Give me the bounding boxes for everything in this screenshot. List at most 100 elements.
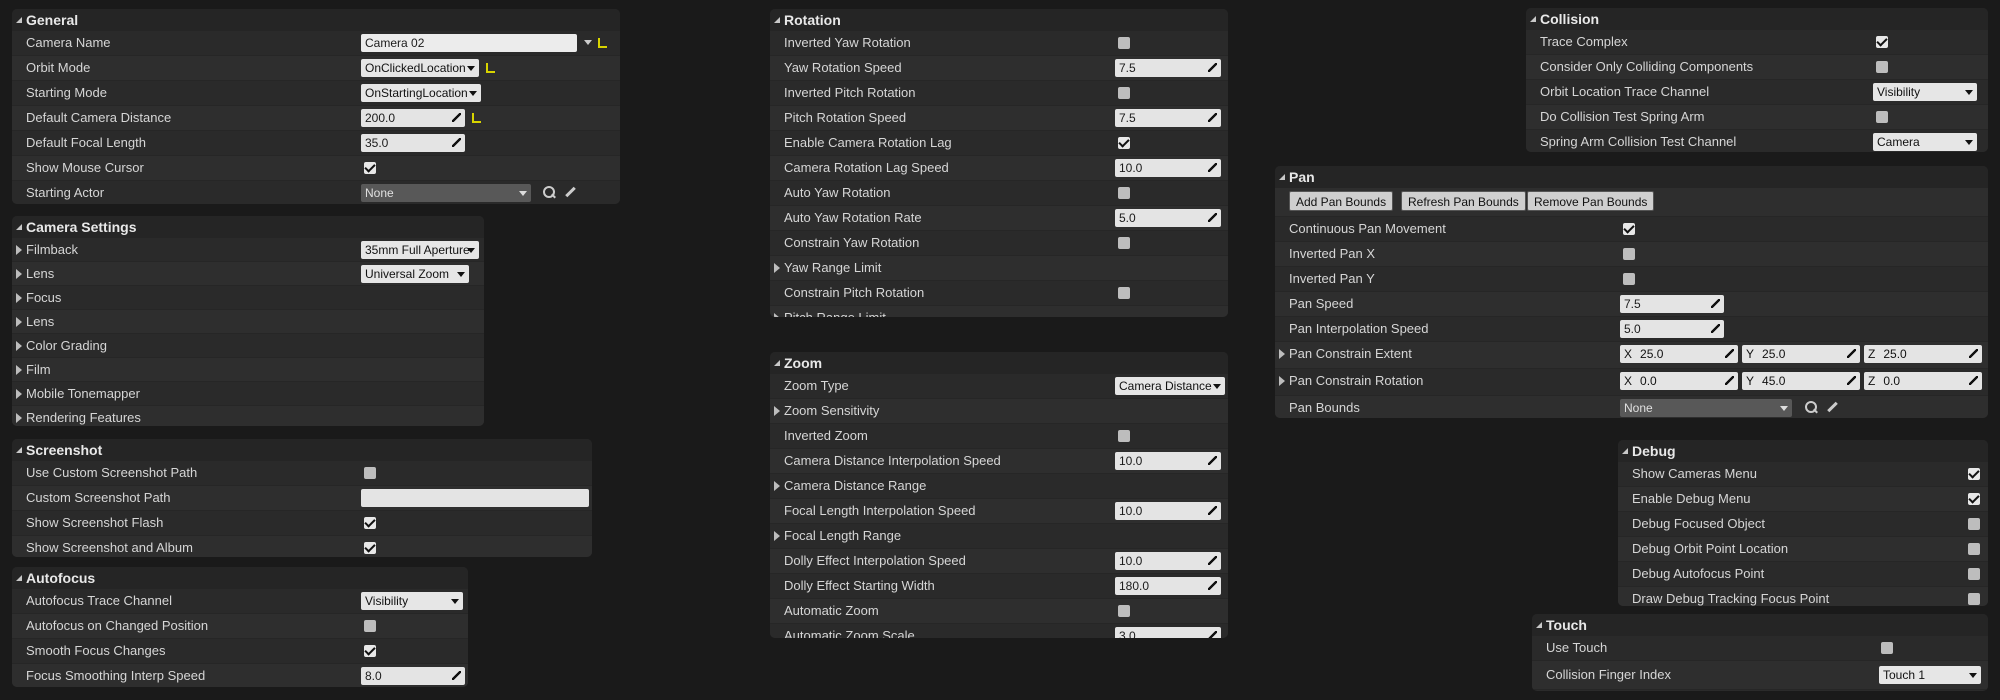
- show-mouse-cursor-checkbox[interactable]: [364, 162, 376, 174]
- rotation-lag-checkbox[interactable]: [1118, 137, 1130, 149]
- eyedropper-icon[interactable]: [565, 186, 576, 198]
- constrain-pitch-checkbox[interactable]: [1118, 287, 1130, 299]
- extent-x-input[interactable]: X 25.0: [1620, 345, 1738, 363]
- default-focal-length-input[interactable]: 35.0: [361, 134, 465, 152]
- rotation-z-input[interactable]: Z 0.0: [1864, 372, 1982, 390]
- collapse-arrow-icon[interactable]: [16, 224, 22, 230]
- camera-name-input[interactable]: Camera 02: [361, 34, 577, 52]
- dolly-width-input[interactable]: 180.0: [1115, 577, 1221, 595]
- rotation-header[interactable]: Rotation: [770, 9, 1228, 31]
- zoom-type-dropdown[interactable]: Camera Distance: [1115, 377, 1225, 395]
- pitch-speed-input[interactable]: 7.5: [1115, 109, 1221, 127]
- touch-header[interactable]: Touch: [1532, 614, 1988, 636]
- trace-channel-dropdown[interactable]: Visibility: [361, 592, 463, 610]
- expand-arrow-icon[interactable]: [1279, 376, 1285, 386]
- enable-debug-menu-checkbox[interactable]: [1968, 493, 1980, 505]
- autofocus-changed-position-checkbox[interactable]: [364, 620, 376, 632]
- inverted-zoom-checkbox[interactable]: [1118, 430, 1130, 442]
- collapse-arrow-icon[interactable]: [16, 447, 22, 453]
- orbit-trace-channel-dropdown[interactable]: Visibility: [1873, 83, 1977, 101]
- tracking-focus-checkbox[interactable]: [1968, 593, 1980, 605]
- remove-pan-bounds-button[interactable]: Remove Pan Bounds: [1527, 191, 1655, 211]
- inverted-pan-x-checkbox[interactable]: [1623, 248, 1635, 260]
- spring-arm-channel-dropdown[interactable]: Camera: [1873, 133, 1977, 151]
- collapse-arrow-icon[interactable]: [1530, 16, 1536, 22]
- expand-arrow-icon[interactable]: [774, 531, 780, 541]
- use-custom-path-checkbox[interactable]: [364, 467, 376, 479]
- eyedropper-icon[interactable]: [1827, 401, 1838, 413]
- pan-speed-input[interactable]: 7.5: [1620, 295, 1724, 313]
- starting-actor-dropdown[interactable]: None: [361, 184, 531, 202]
- add-pan-bounds-button[interactable]: Add Pan Bounds: [1289, 191, 1394, 211]
- screenshot-header[interactable]: Screenshot: [12, 439, 592, 461]
- automatic-zoom-checkbox[interactable]: [1118, 605, 1130, 617]
- search-icon[interactable]: [1805, 401, 1817, 413]
- expand-arrow-icon[interactable]: [16, 293, 22, 303]
- zoom-header[interactable]: Zoom: [770, 352, 1228, 374]
- filmback-dropdown[interactable]: 35mm Full Aperture: [361, 241, 479, 259]
- expand-arrow-icon[interactable]: [774, 263, 780, 273]
- search-icon[interactable]: [543, 186, 555, 198]
- collision-header[interactable]: Collision: [1526, 8, 1988, 30]
- general-header[interactable]: General: [12, 9, 620, 31]
- use-touch-checkbox[interactable]: [1881, 642, 1893, 654]
- auto-yaw-checkbox[interactable]: [1118, 187, 1130, 199]
- expand-arrow-icon[interactable]: [774, 481, 780, 491]
- expand-arrow-icon[interactable]: [16, 413, 22, 423]
- inverted-pitch-checkbox[interactable]: [1118, 87, 1130, 99]
- show-flash-checkbox[interactable]: [364, 517, 376, 529]
- expand-arrow-icon[interactable]: [16, 245, 22, 255]
- expand-arrow-icon[interactable]: [16, 341, 22, 351]
- expand-arrow-icon[interactable]: [16, 317, 22, 327]
- expand-arrow-icon[interactable]: [16, 365, 22, 375]
- pan-interp-input[interactable]: 5.0: [1620, 320, 1724, 338]
- pan-header[interactable]: Pan: [1275, 166, 1988, 188]
- orbit-point-checkbox[interactable]: [1968, 543, 1980, 555]
- show-cameras-menu-checkbox[interactable]: [1968, 468, 1980, 480]
- rotation-x-input[interactable]: X 0.0: [1620, 372, 1738, 390]
- autofocus-point-checkbox[interactable]: [1968, 568, 1980, 580]
- inverted-yaw-checkbox[interactable]: [1118, 37, 1130, 49]
- dolly-interp-input[interactable]: 10.0: [1115, 552, 1221, 570]
- default-camera-distance-input[interactable]: 200.0: [361, 109, 465, 127]
- inverted-pan-y-checkbox[interactable]: [1623, 273, 1635, 285]
- yaw-speed-input[interactable]: 7.5: [1115, 59, 1221, 77]
- smooth-focus-checkbox[interactable]: [364, 645, 376, 657]
- focused-object-checkbox[interactable]: [1968, 518, 1980, 530]
- collapse-arrow-icon[interactable]: [16, 575, 22, 581]
- only-colliding-checkbox[interactable]: [1876, 61, 1888, 73]
- collapse-arrow-icon[interactable]: [774, 17, 780, 23]
- show-album-checkbox[interactable]: [364, 542, 376, 554]
- orbit-mode-dropdown[interactable]: OnClickedLocation: [361, 59, 479, 77]
- finger-index-dropdown[interactable]: Touch 1: [1879, 666, 1981, 684]
- collapse-arrow-icon[interactable]: [1622, 448, 1628, 454]
- trace-complex-checbox[interactable]: [1876, 36, 1888, 48]
- continuous-pan-checkbox[interactable]: [1623, 223, 1635, 235]
- camera-settings-header[interactable]: Camera Settings: [12, 216, 484, 238]
- custom-path-input[interactable]: [361, 489, 589, 507]
- autofocus-header[interactable]: Autofocus: [12, 567, 468, 589]
- expand-arrow-icon[interactable]: [1279, 349, 1285, 359]
- smoothing-speed-input[interactable]: 8.0: [361, 667, 465, 685]
- collapse-arrow-icon[interactable]: [774, 360, 780, 366]
- rotation-y-input[interactable]: Y 45.0: [1742, 372, 1860, 390]
- debug-header[interactable]: Debug: [1618, 440, 1988, 462]
- do-collision-test-checkbox[interactable]: [1876, 111, 1888, 123]
- pan-bounds-dropdown[interactable]: None: [1620, 399, 1792, 417]
- refresh-pan-bounds-button[interactable]: Refresh Pan Bounds: [1401, 191, 1526, 211]
- distance-interp-input[interactable]: 10.0: [1115, 452, 1221, 470]
- extent-y-input[interactable]: Y 25.0: [1742, 345, 1860, 363]
- lens-dropdown[interactable]: Universal Zoom: [361, 265, 469, 283]
- expand-arrow-icon[interactable]: [774, 406, 780, 416]
- collapse-arrow-icon[interactable]: [1279, 174, 1285, 180]
- auto-yaw-rate-input[interactable]: 5.0: [1115, 209, 1221, 227]
- chevron-down-icon[interactable]: [584, 40, 592, 45]
- reset-to-default-icon[interactable]: [486, 63, 495, 73]
- expand-arrow-icon[interactable]: [16, 269, 22, 279]
- reset-to-default-icon[interactable]: [472, 113, 481, 123]
- lag-speed-input[interactable]: 10.0: [1115, 159, 1221, 177]
- collapse-arrow-icon[interactable]: [16, 17, 22, 23]
- expand-arrow-icon[interactable]: [774, 313, 780, 317]
- constrain-yaw-checkbox[interactable]: [1118, 237, 1130, 249]
- reset-to-default-icon[interactable]: [598, 38, 607, 48]
